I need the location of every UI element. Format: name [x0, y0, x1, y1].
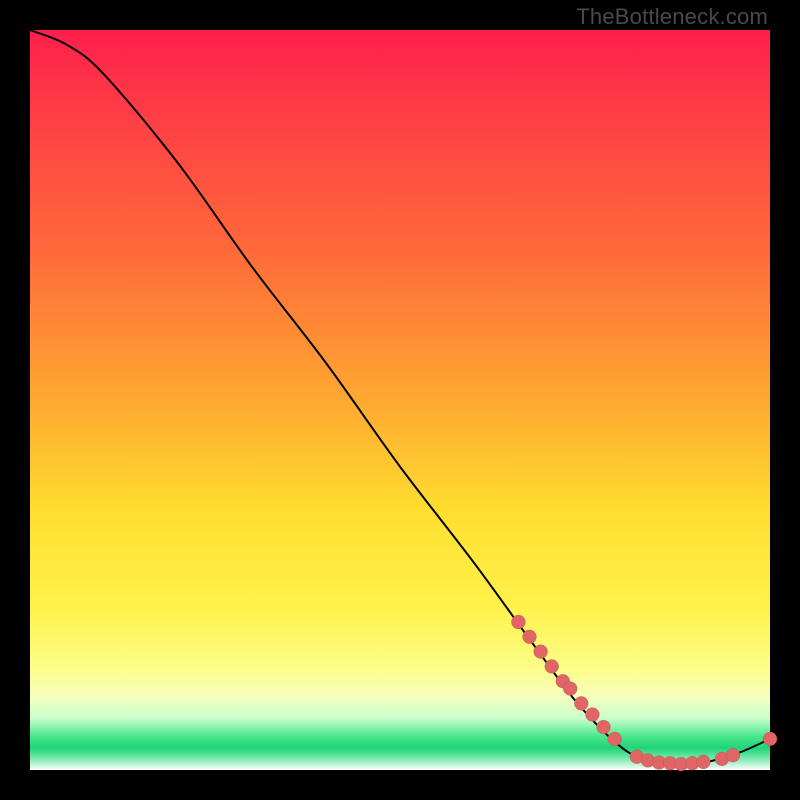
- data-point: [585, 708, 599, 722]
- data-point: [696, 755, 710, 769]
- data-point: [726, 748, 740, 762]
- bottleneck-curve: [30, 30, 770, 764]
- data-point: [563, 682, 577, 696]
- data-point: [763, 732, 777, 746]
- chart-frame: TheBottleneck.com: [0, 0, 800, 800]
- data-point: [523, 630, 537, 644]
- chart-svg: [30, 30, 770, 770]
- watermark-text: TheBottleneck.com: [576, 4, 768, 30]
- data-point: [534, 645, 548, 659]
- data-point: [511, 615, 525, 629]
- data-point: [545, 659, 559, 673]
- data-point: [597, 720, 611, 734]
- data-point: [574, 696, 588, 710]
- data-point: [608, 732, 622, 746]
- data-points-group: [511, 615, 777, 771]
